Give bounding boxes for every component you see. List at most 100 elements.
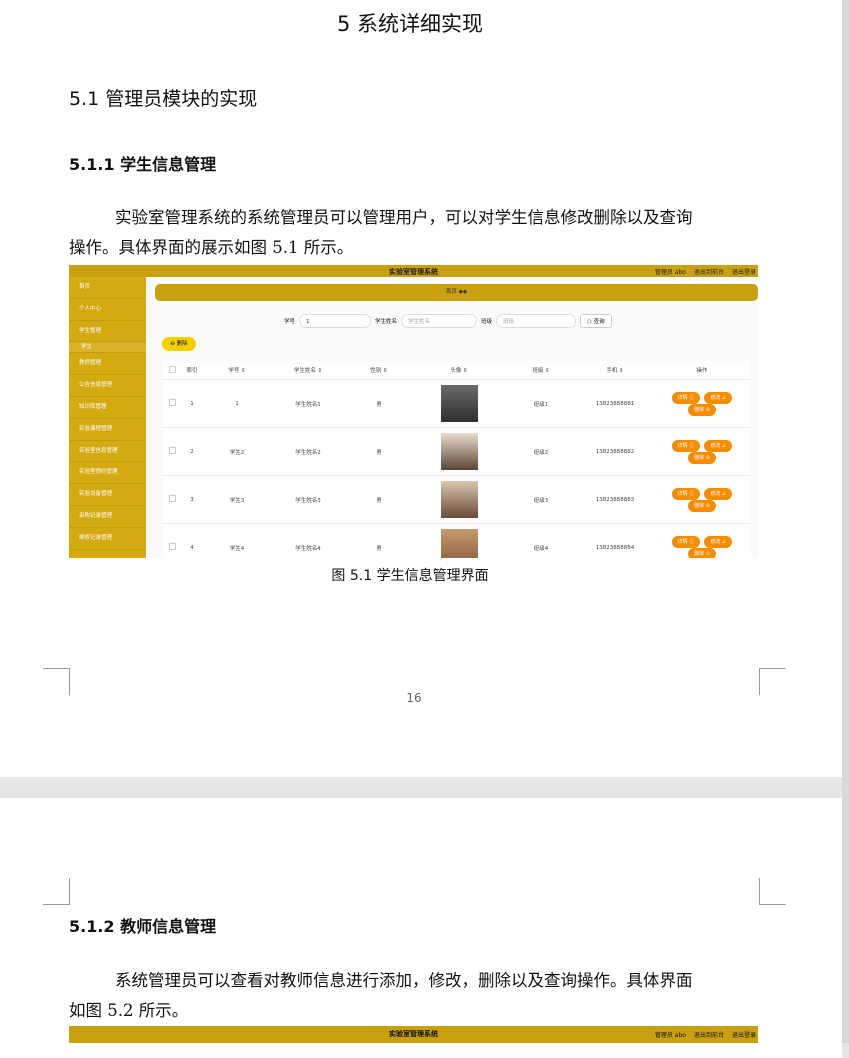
sidebar-subitem[interactable]: 学生 <box>69 342 146 354</box>
cell-phone: 13823888882 <box>577 427 653 476</box>
page-corner-mark <box>43 878 70 905</box>
column-header: 索引 <box>181 361 203 380</box>
column-header: 操作 <box>653 361 751 380</box>
cell-sex: 男 <box>345 379 413 428</box>
section-title: 5.1 管理员模块的实现 <box>69 88 258 110</box>
body-paragraph-line: 系统管理员可以查看对教师信息进行添加，修改，删除以及查询操作。具体界面 <box>115 971 693 990</box>
detail-button[interactable]: 详情 ⓘ <box>671 487 701 500</box>
column-header[interactable]: 性别 ⇕ <box>345 361 413 380</box>
column-header[interactable]: 学生姓名 ⇕ <box>271 361 345 380</box>
table-row: 4 学生4 学生姓名4 男 班级4 13823888884 详情 ⓘ 修改 ∠删除… <box>163 523 751 558</box>
cell-student-name: 学生姓名1 <box>271 379 345 428</box>
table-row: 3 学生3 学生姓名3 男 班级3 13823888883 详情 ⓘ 修改 ∠删除… <box>163 475 751 524</box>
sidebar-item[interactable]: 学生管理 <box>69 321 146 343</box>
sidebar-item[interactable]: 维修记录管理 <box>69 528 146 550</box>
cell-student-name: 学生姓名3 <box>271 475 345 524</box>
cell-student-id: 学生2 <box>203 427 271 476</box>
class-input[interactable]: 班级 <box>496 314 577 328</box>
column-header[interactable]: 班级 ⇕ <box>505 361 577 380</box>
page-number: 16 <box>406 691 422 705</box>
logout-link[interactable]: 退出登录 <box>732 1030 756 1039</box>
cell-sex: 男 <box>345 475 413 524</box>
back-to-frontend-link[interactable]: 退出到前台 <box>694 1030 724 1039</box>
logout-link[interactable]: 退出登录 <box>732 267 756 276</box>
search-button[interactable]: ○ 查询 <box>580 314 612 328</box>
chapter-title: 5 系统详细实现 <box>336 12 484 36</box>
cell-student-id: 学生3 <box>203 475 271 524</box>
sidebar-item[interactable]: 采购记录管理 <box>69 506 146 528</box>
row-actions: 详情 ⓘ 修改 ∠删除 ⊙ <box>653 427 751 476</box>
detail-button[interactable]: 详情 ⓘ <box>671 439 701 452</box>
cell-index: 1 <box>181 379 203 428</box>
batch-delete-button[interactable]: ⊖ 删除 <box>162 337 196 351</box>
sidebar-item[interactable]: 实验课程管理 <box>69 419 146 441</box>
student-name-label: 学生姓名 <box>375 319 398 325</box>
edit-button[interactable]: 修改 ∠ <box>704 487 733 500</box>
delete-button[interactable]: 删除 ⊙ <box>688 547 716 558</box>
row-checkbox[interactable] <box>163 379 181 428</box>
back-to-frontend-link[interactable]: 退出到前台 <box>694 267 724 276</box>
student-id-input[interactable]: 1 <box>299 314 372 328</box>
row-checkbox[interactable] <box>163 523 181 558</box>
cell-phone: 13823888884 <box>577 523 653 558</box>
cell-sex: 男 <box>345 427 413 476</box>
avatar <box>413 427 505 476</box>
body-paragraph-line: 操作。具体界面的展示如图 5.1 所示。 <box>69 238 354 257</box>
delete-button[interactable]: 删除 ⊙ <box>688 451 716 464</box>
edit-button[interactable]: 修改 ∠ <box>704 439 733 452</box>
delete-button[interactable]: 删除 ⊙ <box>688 499 716 512</box>
cell-sex: 男 <box>345 523 413 558</box>
cell-index: 4 <box>181 523 203 558</box>
document-page-1: 5 系统详细实现 5.1 管理员模块的实现 5.1.1 学生信息管理 实验室管理… <box>0 0 842 777</box>
cell-phone: 13823888883 <box>577 475 653 524</box>
edit-button[interactable]: 修改 ∠ <box>704 391 733 404</box>
sidebar-item[interactable]: 教师管理 <box>69 353 146 376</box>
student-id-label: 学号 <box>284 319 296 325</box>
sidebar-item[interactable]: 实验室信息管理 <box>69 441 146 463</box>
subsection-title: 5.1.2 教师信息管理 <box>69 917 217 936</box>
cell-class: 班级4 <box>505 523 577 558</box>
breadcrumb-banner: 首页 ◆◆ <box>155 284 758 301</box>
body-paragraph-line: 如图 5.2 所示。 <box>69 1001 189 1020</box>
sidebar-item[interactable]: 公告信息管理 <box>69 375 146 397</box>
detail-button[interactable]: 详情 ⓘ <box>671 535 701 548</box>
cell-student-id: 1 <box>203 379 271 428</box>
sidebar-item[interactable]: 实验设备管理 <box>69 484 146 506</box>
detail-button[interactable]: 详情 ⓘ <box>671 391 701 404</box>
avatar <box>413 523 505 558</box>
table-header-row: 索引 学号 ⇕ 学生姓名 ⇕ 性别 ⇕ 头像 ⇕ 班级 ⇕ 手机 ⇕ 操作 <box>163 361 751 380</box>
select-all-checkbox[interactable] <box>163 361 181 380</box>
row-checkbox[interactable] <box>163 427 181 476</box>
cell-class: 班级2 <box>505 427 577 476</box>
cell-class: 班级3 <box>505 475 577 524</box>
figure-caption: 图 5.1 学生信息管理界面 <box>331 568 489 584</box>
admin-link[interactable]: 管理员 abo <box>655 1030 686 1039</box>
student-name-input[interactable]: 学生姓名 <box>401 314 478 328</box>
avatar <box>413 475 505 524</box>
column-header[interactable]: 手机 ⇕ <box>577 361 653 380</box>
cell-class: 班级1 <box>505 379 577 428</box>
table-row: 2 学生2 学生姓名2 男 班级2 13823888882 详情 ⓘ 修改 ∠删除… <box>163 427 751 476</box>
sidebar-item[interactable]: 知识库管理 <box>69 397 146 419</box>
cell-student-name: 学生姓名4 <box>271 523 345 558</box>
row-actions: 详情 ⓘ 修改 ∠删除 ⊙ <box>653 379 751 428</box>
search-bar: 学号 1 学生姓名 学生姓名 班级 班级 ○ 查询 <box>284 313 612 329</box>
scrollbar[interactable] <box>842 0 849 1043</box>
delete-button[interactable]: 删除 ⊙ <box>688 403 716 416</box>
avatar <box>413 379 505 428</box>
column-header[interactable]: 学号 ⇕ <box>203 361 271 380</box>
sidebar-item[interactable]: 实验室预约管理 <box>69 462 146 485</box>
document-page-2: 5.1.2 教师信息管理 系统管理员可以查看对教师信息进行添加，修改，删除以及查… <box>0 798 842 1058</box>
row-checkbox[interactable] <box>163 475 181 524</box>
student-table: 索引 学号 ⇕ 学生姓名 ⇕ 性别 ⇕ 头像 ⇕ 班级 ⇕ 手机 ⇕ 操作 1 … <box>163 361 751 558</box>
figure-screenshot: 实验室管理系统 管理员 abo 退出到前台 退出登录 首页 个人中心 学生管理 … <box>69 265 758 558</box>
class-label: 班级 <box>481 319 493 325</box>
column-header[interactable]: 头像 ⇕ <box>413 361 505 380</box>
cell-phone: 13823888881 <box>577 379 653 428</box>
edit-button[interactable]: 修改 ∠ <box>704 535 733 548</box>
sidebar-item[interactable]: 个人中心 <box>69 299 146 321</box>
admin-link[interactable]: 管理员 abo <box>655 267 686 276</box>
figure-screenshot-2: 实验室管理系统 管理员 abo 退出到前台 退出登录 <box>69 1026 758 1043</box>
row-actions: 详情 ⓘ 修改 ∠删除 ⊙ <box>653 523 751 558</box>
sidebar-item[interactable]: 首页 <box>69 277 146 299</box>
